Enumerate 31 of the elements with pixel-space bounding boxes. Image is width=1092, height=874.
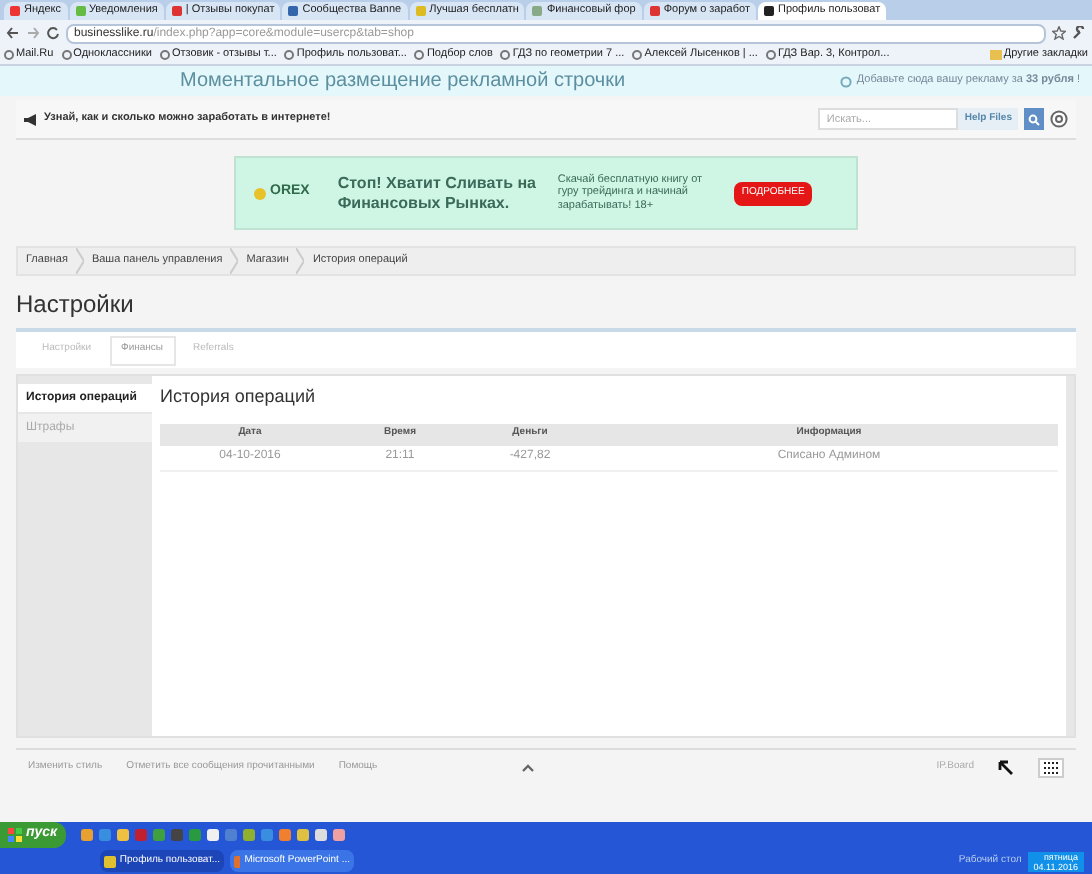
folder-icon: [989, 50, 1002, 60]
reload-icon[interactable]: [46, 26, 60, 40]
chevron-icon: [296, 248, 305, 274]
site-icon: [288, 6, 299, 16]
site-icon: [415, 6, 426, 16]
megaphone-icon: [24, 113, 38, 125]
site-icon: [763, 6, 774, 16]
caret-up-icon[interactable]: [521, 763, 534, 771]
grid-icon[interactable]: [1038, 757, 1064, 777]
back-icon[interactable]: [6, 26, 20, 40]
chevron-icon: [230, 248, 239, 274]
arrow-icon[interactable]: [998, 759, 1014, 775]
chevron-icon: [75, 248, 84, 274]
forward-icon[interactable]: [26, 26, 40, 40]
search-icon: [1028, 113, 1040, 125]
app-icon: [234, 855, 241, 867]
site-icon: [649, 6, 660, 16]
star-icon[interactable]: [1052, 26, 1066, 40]
banner-title: Моментальное размещение рекламной строчки: [180, 68, 626, 96]
windows-logo-icon: [8, 828, 22, 842]
site-icon: [532, 6, 543, 16]
site-icon: [75, 6, 85, 16]
app-icon: [104, 855, 116, 867]
panel-title: История операций: [160, 384, 318, 410]
search-button[interactable]: [1024, 108, 1044, 130]
site-icon: [171, 6, 182, 16]
page-title: Настройки: [16, 288, 136, 322]
sun-icon: [252, 185, 268, 201]
site-icon: [10, 6, 20, 16]
ad-headline: Стоп! Хватит Сливать на Финансовых Рынках.: [337, 173, 538, 213]
wrench-icon[interactable]: [1072, 26, 1086, 40]
